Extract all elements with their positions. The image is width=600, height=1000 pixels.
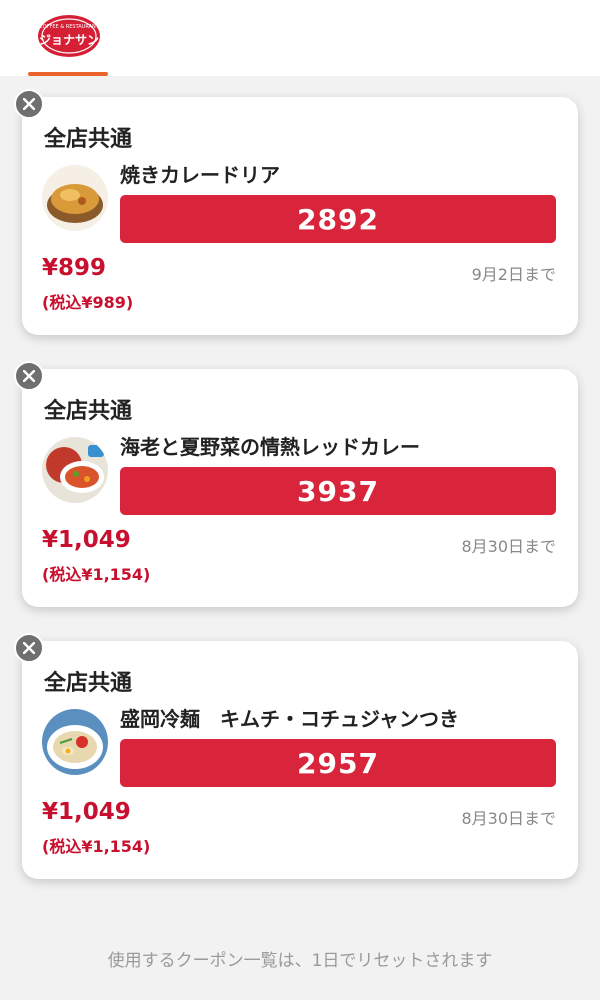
expiry-date: 8月30日まで: [461, 809, 556, 828]
price: ¥1,049: [42, 527, 131, 553]
price: ¥1,049: [42, 799, 131, 825]
coupon-scope: 全店共通: [44, 399, 133, 424]
svg-text:COFFEE & RESTAURANT: COFFEE & RESTAURANT: [39, 24, 100, 30]
item-name: 盛岡冷麺 キムチ・コチュジャンつき: [120, 707, 459, 731]
active-tab-indicator: [28, 72, 108, 76]
dismiss-coupon-button[interactable]: [14, 89, 44, 119]
expiry-date: 9月2日まで: [471, 265, 556, 284]
food-thumbnail: [42, 709, 108, 775]
coupon-code: 2957: [120, 739, 556, 787]
coupon-card[interactable]: 全店共通 焼きカレードリア 2892 ¥899 (税込¥989) 9月2日まで: [14, 89, 578, 335]
dismiss-coupon-button[interactable]: [14, 361, 44, 391]
coupon-scope: 全店共通: [44, 671, 133, 696]
coupon-card[interactable]: 全店共通 海老と夏野菜の情熱レッドカレー 3937 ¥1,049 (税込¥1,1…: [14, 361, 578, 607]
price-tax-included: (税込¥989): [42, 293, 134, 312]
close-icon: [23, 98, 35, 110]
price-tax-included: (税込¥1,154): [42, 565, 151, 584]
svg-text:ジョナサン: ジョナサン: [39, 33, 99, 47]
expiry-date: 8月30日まで: [461, 537, 556, 556]
close-icon: [23, 642, 35, 654]
item-name: 海老と夏野菜の情熱レッドカレー: [120, 435, 420, 459]
app-header: COFFEE & RESTAURANT ジョナサン: [0, 0, 600, 76]
jonathan-logo[interactable]: COFFEE & RESTAURANT ジョナサン: [37, 13, 101, 59]
dismiss-coupon-button[interactable]: [14, 633, 44, 663]
close-icon: [23, 370, 35, 382]
coupon-card[interactable]: 全店共通 盛岡冷麺 キムチ・コチュジャンつき 2957 ¥1,049 (税込¥1…: [14, 633, 578, 879]
reset-notice: 使用するクーポン一覧は、1日でリセットされます: [107, 951, 493, 971]
food-thumbnail: [42, 165, 108, 231]
food-thumbnail: [42, 437, 108, 503]
coupon-code: 2892: [120, 195, 556, 243]
price: ¥899: [42, 255, 107, 281]
item-name: 焼きカレードリア: [120, 163, 280, 187]
coupon-code: 3937: [120, 467, 556, 515]
price-tax-included: (税込¥1,154): [42, 837, 151, 856]
coupon-scope: 全店共通: [44, 127, 133, 152]
